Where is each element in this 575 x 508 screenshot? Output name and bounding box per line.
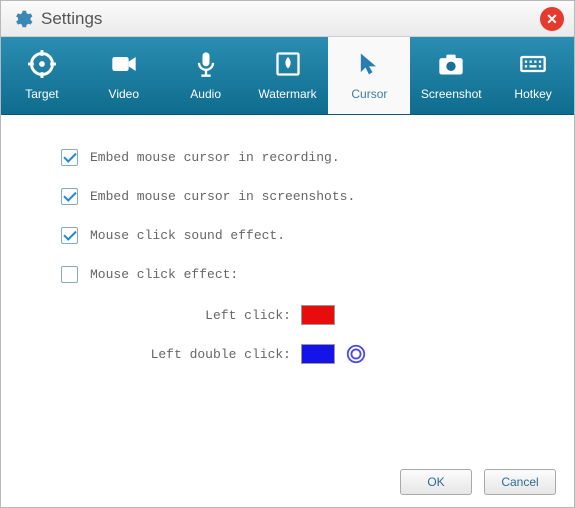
checkbox-click-effect[interactable] (61, 266, 78, 283)
option-row: Mouse click sound effect. (61, 227, 544, 244)
option-label: Embed mouse cursor in screenshots. (90, 189, 355, 204)
video-icon (110, 50, 138, 81)
microphone-icon (192, 50, 220, 81)
tab-label: Hotkey (514, 87, 551, 101)
close-icon: ✕ (546, 11, 558, 28)
checkbox-click-sound[interactable] (61, 227, 78, 244)
tab-audio[interactable]: Audio (165, 37, 247, 114)
tab-label: Audio (190, 87, 221, 101)
cursor-settings-panel: Embed mouse cursor in recording. Embed m… (1, 115, 574, 393)
checkbox-embed-cursor-screenshots[interactable] (61, 188, 78, 205)
dialog-footer: OK Cancel (400, 469, 556, 495)
option-label: Embed mouse cursor in recording. (90, 150, 340, 165)
left-click-label: Left click: (121, 308, 301, 323)
tab-label: Watermark (258, 87, 316, 101)
settings-gear-icon (11, 8, 33, 30)
cancel-button-label: Cancel (501, 475, 538, 489)
cancel-button[interactable]: Cancel (484, 469, 556, 495)
left-click-row: Left click: (121, 305, 544, 325)
cursor-icon (355, 50, 383, 81)
tab-target[interactable]: Target (1, 37, 83, 114)
target-icon (28, 50, 56, 81)
watermark-icon (274, 50, 302, 81)
settings-window: Settings ✕ Target Video Audio (0, 0, 575, 508)
click-effect-settings: Left click: Left double click: (121, 305, 544, 365)
checkbox-embed-cursor-recording[interactable] (61, 149, 78, 166)
option-row: Embed mouse cursor in screenshots. (61, 188, 544, 205)
left-double-click-color-swatch[interactable] (301, 344, 335, 364)
tab-label: Screenshot (421, 87, 482, 101)
tab-hotkey[interactable]: Hotkey (492, 37, 574, 114)
tab-cursor[interactable]: Cursor (328, 37, 410, 114)
keyboard-icon (519, 50, 547, 81)
tab-label: Target (25, 87, 58, 101)
option-label: Mouse click effect: (90, 267, 238, 282)
titlebar: Settings ✕ (1, 1, 574, 37)
ring-effect-icon (345, 343, 367, 365)
camera-icon (437, 50, 465, 81)
tab-video[interactable]: Video (83, 37, 165, 114)
ok-button[interactable]: OK (400, 469, 472, 495)
tab-watermark[interactable]: Watermark (247, 37, 329, 114)
option-row: Embed mouse cursor in recording. (61, 149, 544, 166)
window-title: Settings (41, 9, 102, 29)
tab-bar: Target Video Audio Watermark Cursor (1, 37, 574, 115)
option-row: Mouse click effect: (61, 266, 544, 283)
option-label: Mouse click sound effect. (90, 228, 285, 243)
left-double-click-row: Left double click: (121, 343, 544, 365)
left-double-click-label: Left double click: (121, 347, 301, 362)
tab-screenshot[interactable]: Screenshot (410, 37, 492, 114)
tab-label: Video (109, 87, 139, 101)
left-click-color-swatch[interactable] (301, 305, 335, 325)
ok-button-label: OK (427, 475, 444, 489)
tab-label: Cursor (351, 87, 387, 101)
close-button[interactable]: ✕ (540, 7, 564, 31)
